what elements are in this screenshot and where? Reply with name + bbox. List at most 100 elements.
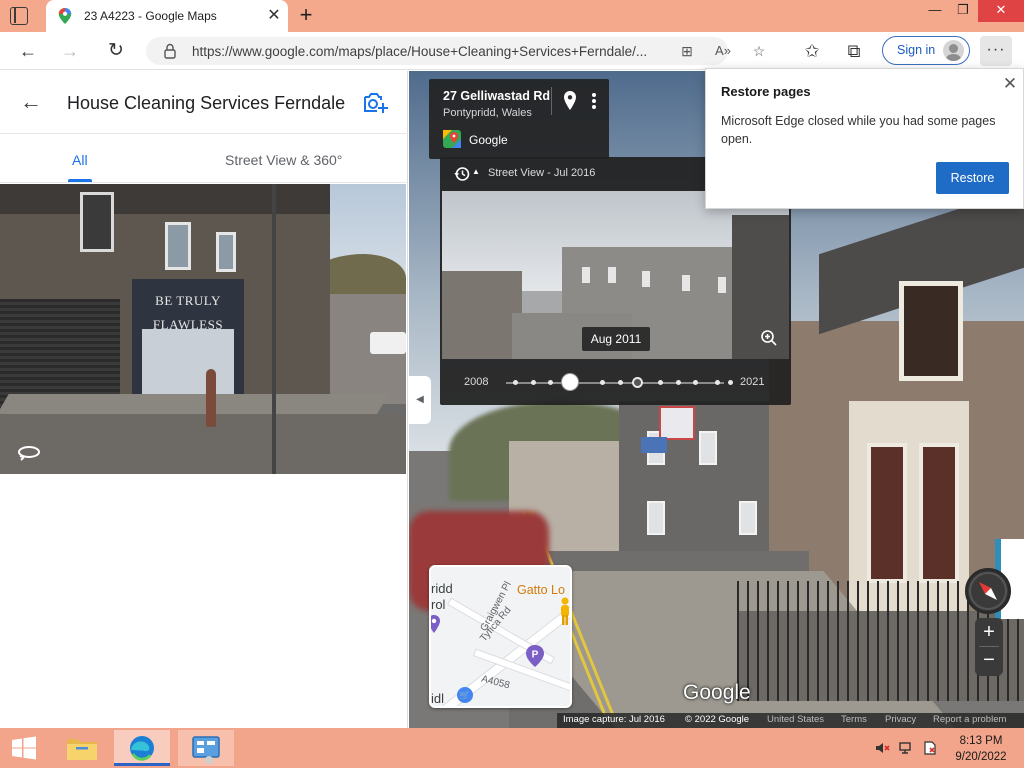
map-road-label: A4058 [480, 673, 511, 692]
timeline-dot[interactable] [728, 380, 733, 385]
timeline-dot[interactable] [531, 380, 536, 385]
timeline-dot[interactable] [715, 380, 720, 385]
windows-start-icon[interactable] [10, 736, 38, 760]
network-icon[interactable] [898, 740, 914, 756]
map-label: ridd [431, 581, 453, 596]
timeline-dot[interactable] [658, 380, 663, 385]
sv-window [867, 443, 907, 583]
read-aloud-icon[interactable]: A» [712, 40, 734, 62]
attribution-bar: Image capture: Jul 2016 © 2022 Google Un… [557, 713, 1024, 728]
google-maps-logo-icon [443, 130, 461, 148]
timeline-dot[interactable] [548, 380, 553, 385]
history-clock-icon[interactable] [454, 166, 470, 182]
add-favorite-icon[interactable]: ☆ [748, 40, 770, 62]
favorites-icon[interactable]: ✩ [800, 39, 824, 63]
image-capture-date: Image capture: Jul 2016 [563, 714, 665, 725]
restore-close-icon[interactable]: ✕ [999, 73, 1021, 95]
action-center-icon[interactable] [922, 740, 938, 756]
map-label: idl [431, 691, 445, 706]
timeline-dot[interactable] [676, 380, 681, 385]
forward-arrow-icon[interactable]: → [58, 39, 82, 63]
panel-back-icon[interactable]: ← [20, 91, 44, 115]
photo-van [370, 332, 406, 354]
url-text[interactable]: https://www.google.com/maps/place/House+… [192, 44, 672, 59]
photo-roof [0, 184, 330, 214]
zoom-magnifier-icon[interactable] [760, 329, 778, 347]
map-pin-icon[interactable] [429, 615, 441, 633]
window-close-icon[interactable]: ✕ [978, 0, 1024, 22]
sv-street-sign [641, 437, 667, 453]
google-logo: Google [683, 681, 751, 704]
photo-building: BE TRULY FLAWLESS [0, 184, 330, 424]
timeline-slider-thumb[interactable] [561, 373, 579, 391]
timeline-dot[interactable] [600, 380, 605, 385]
photo-pole [272, 184, 276, 474]
terms-link[interactable]: Terms [841, 714, 867, 725]
window-maximize-icon[interactable]: ❐ [946, 0, 980, 22]
browser-tab-strip: 23 A4223 - Google Maps ✕ + — ❐ ✕ [0, 0, 1024, 32]
photo-window [216, 232, 236, 272]
control-panel-icon [192, 736, 220, 764]
more-vertical-icon[interactable] [587, 91, 601, 111]
sign-in-button[interactable]: Sign in [882, 36, 970, 65]
location-pin-icon[interactable] [563, 91, 577, 111]
place-panel: ← House Cleaning Services Ferndale All S… [0, 71, 408, 728]
timeline-current-marker[interactable] [632, 377, 643, 388]
pegman-icon[interactable] [559, 597, 571, 627]
tab-actions-icon[interactable] [10, 7, 28, 25]
timeline-dot[interactable] [693, 380, 698, 385]
copyright-text: © 2022 Google [685, 714, 750, 725]
map-place-label[interactable]: Gatto Lo [517, 583, 565, 597]
timeline-dot[interactable] [618, 380, 623, 385]
mini-map[interactable]: ridd rol idl Graigwen Pl Tyfica Rd A4058… [429, 565, 572, 708]
collapse-panel-button[interactable]: ◀ [409, 376, 431, 424]
timeline-year-start: 2008 [464, 376, 489, 388]
panel-divider [0, 133, 408, 134]
timeline-track[interactable] [506, 382, 724, 384]
rotate-360-icon[interactable] [16, 444, 42, 462]
new-tab-icon[interactable]: + [294, 4, 318, 28]
zoom-in-button[interactable]: + [975, 618, 1003, 646]
compass-icon[interactable] [965, 568, 1011, 614]
tab-street-view[interactable]: Street View & 360° [225, 152, 342, 168]
place-photo[interactable]: BE TRULY FLAWLESS [0, 184, 406, 474]
tab-all[interactable]: All [72, 152, 88, 168]
caret-up-icon[interactable]: ▲ [472, 167, 480, 176]
shopping-cart-icon[interactable]: 🛒 [457, 687, 473, 703]
sv-city: Pontypridd, Wales [443, 107, 532, 119]
lock-icon[interactable] [164, 43, 176, 59]
timeline-dot[interactable] [513, 380, 518, 385]
taskbar-file-explorer[interactable] [54, 730, 110, 766]
address-bar[interactable]: https://www.google.com/maps/place/House+… [146, 37, 765, 65]
zoom-out-button[interactable]: − [975, 647, 1003, 675]
sv-brand: Google [469, 133, 508, 147]
clock-date: 9/20/2022 [955, 751, 1007, 763]
refresh-icon[interactable]: ↻ [104, 39, 128, 63]
browser-tab[interactable]: 23 A4223 - Google Maps ✕ [46, 0, 288, 32]
app-available-icon[interactable]: ⊞ [676, 40, 698, 62]
photo-street [0, 414, 406, 474]
taskbar-control-panel[interactable] [178, 730, 234, 766]
tabs-divider [0, 182, 408, 183]
settings-more-icon[interactable]: ··· [980, 36, 1012, 66]
time-travel-preview[interactable]: Aug 2011 [442, 191, 789, 359]
privacy-link[interactable]: Privacy [885, 714, 916, 725]
add-photo-icon[interactable] [362, 91, 388, 115]
system-clock[interactable]: 8:13 PM 9/20/2022 [944, 733, 1018, 765]
photo-window [165, 222, 191, 270]
speaker-muted-icon[interactable] [874, 740, 890, 756]
restore-button[interactable]: Restore [936, 162, 1009, 194]
google-maps-favicon-icon [58, 8, 72, 24]
sv-address: 27 Gelliwastad Rd [443, 89, 550, 103]
tab-close-icon[interactable]: ✕ [264, 6, 284, 26]
back-arrow-icon[interactable]: ← [16, 39, 40, 63]
country-link[interactable]: United States [767, 714, 824, 725]
parking-pin-icon[interactable]: P [525, 645, 545, 667]
preview-window [582, 267, 590, 283]
file-explorer-icon [67, 739, 97, 760]
report-problem-link[interactable]: Report a problem [933, 714, 1006, 725]
preview-window [608, 267, 616, 283]
taskbar-edge[interactable] [114, 730, 170, 766]
parking-label: P [532, 650, 539, 661]
collections-icon[interactable]: ⧉ [842, 39, 866, 63]
